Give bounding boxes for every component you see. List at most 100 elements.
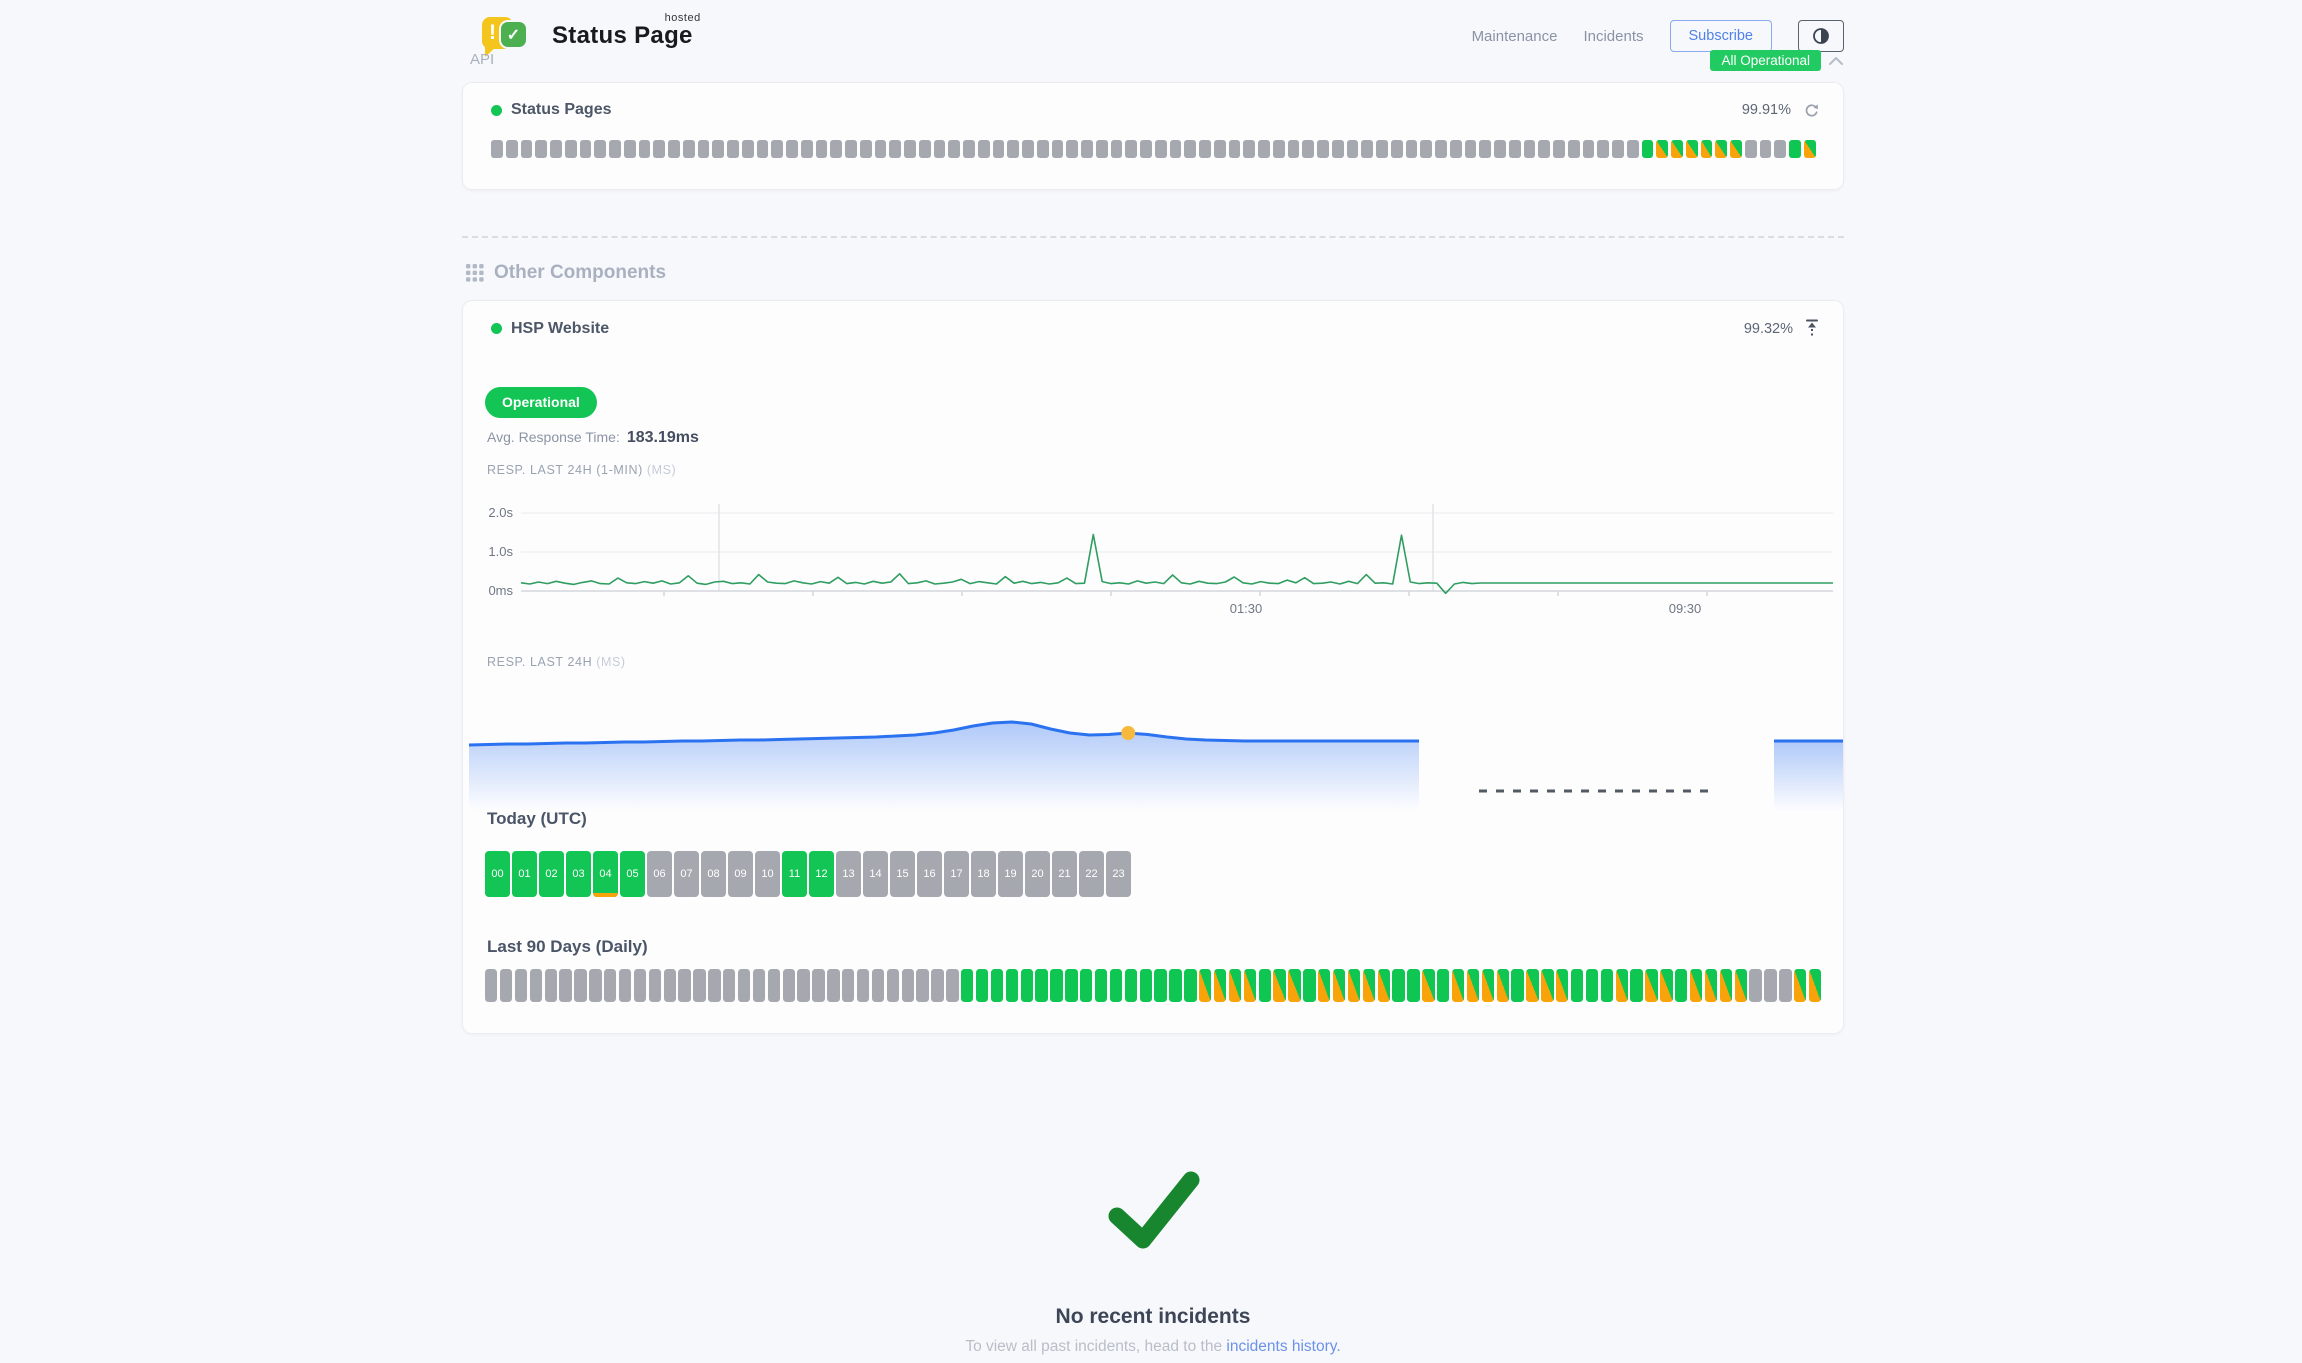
uptime-bar[interactable] (1392, 969, 1404, 1002)
uptime-bar[interactable] (1690, 969, 1702, 1002)
uptime-bar[interactable] (624, 140, 636, 158)
uptime-bar[interactable] (816, 140, 828, 158)
uptime-bar[interactable] (1541, 969, 1553, 1002)
hour-box[interactable]: 05 (620, 851, 645, 897)
hour-box[interactable]: 17 (944, 851, 969, 897)
uptime-bar[interactable] (1745, 140, 1757, 158)
uptime-bar[interactable] (574, 969, 586, 1002)
uptime-bar[interactable] (506, 140, 518, 158)
uptime-bar[interactable] (559, 969, 571, 1002)
uptime-bar[interactable] (1348, 969, 1360, 1002)
uptime-bar[interactable] (1511, 969, 1523, 1002)
uptime-bar[interactable] (1494, 140, 1506, 158)
uptime-bar[interactable] (619, 969, 631, 1002)
uptime-bar[interactable] (664, 969, 676, 1002)
hour-box[interactable]: 07 (674, 851, 699, 897)
uptime-bar[interactable] (1568, 140, 1580, 158)
uptime-bar[interactable] (1125, 140, 1137, 158)
uptime-bar[interactable] (535, 140, 547, 158)
uptime-bar[interactable] (1583, 140, 1595, 158)
uptime-bar[interactable] (1422, 969, 1434, 1002)
uptime-bar[interactable] (1553, 140, 1565, 158)
uptime-bar[interactable] (860, 140, 872, 158)
response-line-chart[interactable]: 2.0s 1.0s 0ms 01:30 09:30 (463, 497, 1845, 627)
uptime-bar[interactable] (1749, 969, 1761, 1002)
uptime-bar[interactable] (500, 969, 512, 1002)
uptime-bar[interactable] (801, 140, 813, 158)
uptime-bar[interactable] (639, 140, 651, 158)
hour-box[interactable]: 01 (512, 851, 537, 897)
uptime-bar[interactable] (1288, 969, 1300, 1002)
uptime-bar[interactable] (1642, 140, 1654, 158)
uptime-bar[interactable] (1052, 140, 1064, 158)
hour-box[interactable]: 23 (1106, 851, 1131, 897)
uptime-bar[interactable] (1332, 140, 1344, 158)
uptime-bar[interactable] (916, 969, 928, 1002)
uptime-bar[interactable] (1538, 140, 1550, 158)
hour-box[interactable]: 12 (809, 851, 834, 897)
hour-box[interactable]: 13 (836, 851, 861, 897)
uptime-bar[interactable] (1229, 969, 1241, 1002)
uptime-bar[interactable] (738, 969, 750, 1002)
uptime-bar[interactable] (1526, 969, 1538, 1002)
uptime-bar[interactable] (1779, 969, 1791, 1002)
uptime-bar[interactable] (812, 969, 824, 1002)
uptime-bar[interactable] (1675, 969, 1687, 1002)
hour-box[interactable]: 09 (728, 851, 753, 897)
response-area-chart[interactable] (463, 689, 1845, 811)
uptime-bar[interactable] (827, 969, 839, 1002)
uptime-bar[interactable] (723, 969, 735, 1002)
uptime-bar[interactable] (683, 140, 695, 158)
hour-box[interactable]: 18 (971, 851, 996, 897)
uptime-bar[interactable] (753, 969, 765, 1002)
uptime-bar[interactable] (1317, 140, 1329, 158)
hour-box[interactable]: 06 (647, 851, 672, 897)
uptime-bar[interactable] (565, 140, 577, 158)
uptime-bar[interactable] (1720, 969, 1732, 1002)
uptime-bar[interactable] (904, 140, 916, 158)
uptime-bar[interactable] (1616, 969, 1628, 1002)
uptime-bar[interactable] (1630, 969, 1642, 1002)
uptime-bar[interactable] (1066, 140, 1078, 158)
uptime-bar[interactable] (1452, 969, 1464, 1002)
uptime-bar[interactable] (946, 969, 958, 1002)
uptime-bar[interactable] (1170, 140, 1182, 158)
uptime-bar[interactable] (857, 969, 869, 1002)
uptime-bar[interactable] (649, 969, 661, 1002)
uptime-bar[interactable] (1701, 140, 1713, 158)
uptime-bar[interactable] (1140, 969, 1152, 1002)
hour-box[interactable]: 11 (782, 851, 807, 897)
subscribe-button[interactable]: Subscribe (1670, 20, 1772, 52)
uptime-bar[interactable] (919, 140, 931, 158)
uptime-bar[interactable] (1804, 140, 1816, 158)
hour-box[interactable]: 16 (917, 851, 942, 897)
uptime-bar[interactable] (1671, 140, 1683, 158)
uptime-bar[interactable] (1420, 140, 1432, 158)
hour-box[interactable]: 15 (890, 851, 915, 897)
uptime-bar[interactable] (978, 140, 990, 158)
uptime-bar[interactable] (589, 969, 601, 1002)
uptime-bar[interactable] (1214, 969, 1226, 1002)
uptime-bar[interactable] (1809, 969, 1821, 1002)
uptime-bar[interactable] (1155, 140, 1167, 158)
uptime-bar[interactable] (653, 140, 665, 158)
uptime-bar[interactable] (1363, 969, 1375, 1002)
uptime-bar[interactable] (1199, 140, 1211, 158)
uptime-bar[interactable] (1244, 969, 1256, 1002)
uptime-bar[interactable] (1125, 969, 1137, 1002)
uptime-bar[interactable] (1243, 140, 1255, 158)
uptime-bar[interactable] (712, 140, 724, 158)
uptime-bar[interactable] (1273, 969, 1285, 1002)
uptime-bar[interactable] (1407, 969, 1419, 1002)
uptime-bar[interactable] (594, 140, 606, 158)
uptime-bar[interactable] (1524, 140, 1536, 158)
uptime-bar[interactable] (1656, 140, 1668, 158)
uptime-bar[interactable] (1259, 969, 1271, 1002)
uptime-bar[interactable] (550, 140, 562, 158)
uptime-bar[interactable] (1035, 969, 1047, 1002)
uptime-bar[interactable] (1347, 140, 1359, 158)
uptime-bar[interactable] (491, 140, 503, 158)
uptime-bar[interactable] (1391, 140, 1403, 158)
nav-incidents[interactable]: Incidents (1583, 28, 1643, 45)
uptime-bar[interactable] (693, 969, 705, 1002)
